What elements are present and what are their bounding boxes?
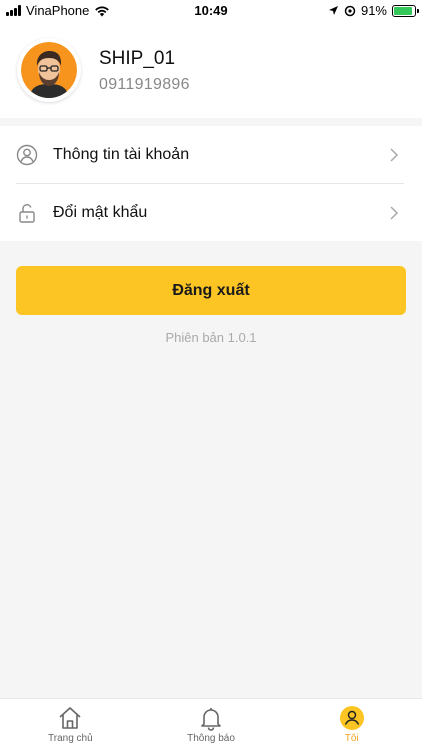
user-circle-icon [16,144,38,166]
alarm-lock-icon [344,5,356,16]
menu-item-label: Thông tin tài khoản [53,145,190,163]
profile-name: SHIP_01 [99,48,176,69]
tab-label: Thông báo [187,733,235,744]
settings-menu: Thông tin tài khoản Đổi mật khẩu [0,126,422,241]
tab-bar: Trang chủ Thông báo Tôi [0,698,422,750]
app-version: Phiên bản 1.0.1 [165,330,257,345]
logout-button[interactable]: Đăng xuất [16,266,406,315]
home-icon [57,705,83,731]
tab-home[interactable]: Trang chủ [0,699,141,750]
battery-percent: 91% [360,3,387,18]
user-avatar-icon [21,42,77,98]
tab-notifications[interactable]: Thông báo [141,699,282,750]
profile-header: SHIP_01 0911919896 [0,22,422,118]
location-arrow-icon [328,6,338,15]
tab-me[interactable]: Tôi [281,699,422,750]
chevron-right-icon [390,147,399,162]
menu-item-account-info[interactable]: Thông tin tài khoản [0,126,422,183]
menu-item-change-password[interactable]: Đổi mật khẩu [0,184,422,241]
status-right: 91% [328,3,419,18]
user-icon [339,705,365,731]
unlock-icon [16,202,38,224]
tab-label: Tôi [344,733,359,744]
avatar[interactable] [17,38,81,102]
profile-phone: 0911919896 [99,76,190,93]
chevron-right-icon [390,205,399,220]
menu-item-label: Đổi mật khẩu [53,203,148,221]
battery-icon [392,4,419,17]
status-bar: VinaPhone 10:49 91% [0,0,422,22]
bell-icon [198,705,224,731]
tab-label: Trang chủ [48,733,93,744]
